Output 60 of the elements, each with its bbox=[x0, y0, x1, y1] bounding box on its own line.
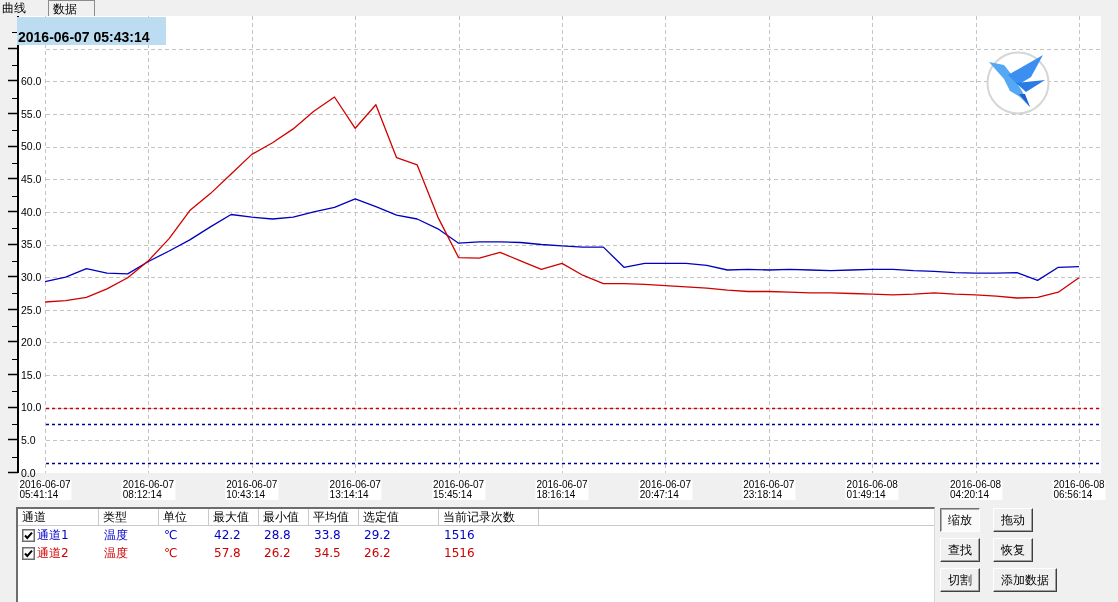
tab[interactable]: 曲线 bbox=[0, 0, 46, 16]
action-button[interactable]: 添加数据 bbox=[993, 568, 1057, 592]
x-axis-label: 2016-06-08 06:56:14 bbox=[1052, 480, 1106, 500]
y-axis-label: 20.0 bbox=[21, 336, 42, 349]
table-cell-text: 1516 bbox=[443, 545, 476, 561]
y-axis-label: 55.0 bbox=[21, 107, 42, 120]
table-cell-text: 26.2 bbox=[263, 545, 292, 561]
action-button[interactable]: 查找 bbox=[940, 538, 980, 562]
action-button[interactable]: 缩放 bbox=[940, 508, 980, 532]
y-axis-label: 0.0 bbox=[21, 466, 36, 479]
x-axis-label: 2016-06-07 20:47:14 bbox=[638, 480, 692, 500]
table-cell-text: 33.8 bbox=[313, 527, 342, 543]
checkbox[interactable] bbox=[22, 546, 35, 560]
x-axis-label: 2016-06-08 04:20:14 bbox=[949, 480, 1003, 500]
action-button[interactable]: 恢复 bbox=[993, 538, 1033, 562]
column-header[interactable]: 类型 bbox=[99, 509, 159, 526]
y-axis-label: 50.0 bbox=[21, 140, 42, 153]
y-axis-label: 35.0 bbox=[21, 238, 42, 251]
table-cell-text: 57.8 bbox=[213, 545, 242, 561]
x-axis-label: 2016-06-07 23:18:14 bbox=[742, 480, 796, 500]
table-cell-text: 温度 bbox=[103, 545, 129, 561]
y-axis-label: 10.0 bbox=[21, 401, 42, 414]
table-cell-text: 温度 bbox=[103, 527, 129, 543]
column-header[interactable]: 选定值 bbox=[359, 509, 439, 526]
y-axis-label: 15.0 bbox=[21, 368, 42, 381]
cursor-time-label: 2016-06-07 05:43:14 bbox=[17, 17, 166, 45]
x-axis-label: 2016-06-07 05:41:14 bbox=[18, 480, 72, 500]
column-header[interactable]: 最小值 bbox=[259, 509, 309, 526]
column-header[interactable]: 单位 bbox=[159, 509, 209, 526]
y-axis-label: 45.0 bbox=[21, 172, 42, 185]
x-axis-label: 2016-06-07 15:45:14 bbox=[432, 480, 486, 500]
table-cell-text: 26.2 bbox=[363, 545, 392, 561]
table-cell-text: 42.2 bbox=[213, 527, 242, 543]
column-header[interactable]: 通道 bbox=[18, 509, 99, 526]
x-axis-label: 2016-06-07 10:43:14 bbox=[225, 480, 279, 500]
checkbox[interactable] bbox=[22, 528, 35, 542]
action-button[interactable]: 拖动 bbox=[993, 508, 1033, 532]
table-cell: 通道1 bbox=[37, 527, 69, 543]
bird-icon[interactable] bbox=[986, 51, 1050, 115]
x-axis-label: 2016-06-07 18:16:14 bbox=[535, 480, 589, 500]
table-cell-text: 28.8 bbox=[263, 527, 292, 543]
x-axis-label: 2016-06-07 13:14:14 bbox=[328, 480, 382, 500]
table-cell-text: 29.2 bbox=[363, 527, 392, 543]
column-header[interactable]: 平均值 bbox=[309, 509, 359, 526]
x-axis-label: 2016-06-08 01:49:14 bbox=[845, 480, 899, 500]
action-button[interactable]: 切割 bbox=[940, 568, 980, 592]
table-cell: 通道2 bbox=[37, 545, 69, 561]
table-cell-text: ℃ bbox=[163, 527, 179, 543]
x-axis-label: 2016-06-07 08:12:14 bbox=[121, 480, 175, 500]
tab[interactable]: 数据 bbox=[48, 0, 95, 16]
y-axis-label: 5.0 bbox=[21, 434, 36, 447]
y-axis-label: 30.0 bbox=[21, 270, 42, 283]
y-axis-label: 25.0 bbox=[21, 303, 42, 316]
table-cell-text: ℃ bbox=[163, 545, 179, 561]
y-axis-label: 60.0 bbox=[21, 75, 42, 87]
column-header[interactable]: 最大值 bbox=[209, 509, 259, 526]
column-header[interactable]: 当前记录次数 bbox=[439, 509, 539, 526]
table-cell-text: 1516 bbox=[443, 527, 476, 543]
table-cell-text: 34.5 bbox=[313, 545, 342, 561]
y-axis-label: 40.0 bbox=[21, 205, 42, 218]
